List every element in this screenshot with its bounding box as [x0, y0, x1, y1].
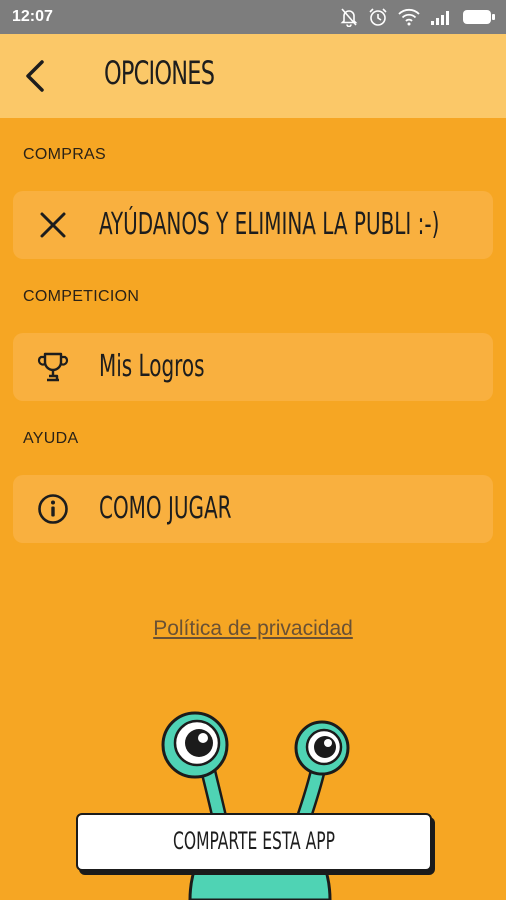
signal-icon: [430, 9, 452, 25]
achievements-button[interactable]: Mis Logros: [13, 333, 493, 401]
alarm-icon: [368, 7, 388, 27]
privacy-policy-link[interactable]: Política de privacidad: [0, 617, 506, 641]
back-button[interactable]: [18, 54, 58, 98]
status-icons: [340, 6, 496, 28]
share-app-button[interactable]: COMPARTE ESTA APP: [76, 813, 432, 871]
wifi-icon: [398, 8, 420, 26]
info-icon: [38, 494, 68, 524]
how-to-play-button[interactable]: COMO JUGAR: [13, 475, 493, 543]
battery-icon: [462, 9, 496, 25]
trophy-icon: [37, 352, 69, 382]
achievements-label: Mis Logros: [99, 349, 205, 384]
share-app-label: COMPARTE ESTA APP: [173, 827, 335, 855]
section-label-compras: COMPRAS: [23, 146, 106, 163]
mute-bell-icon: [340, 7, 358, 27]
section-label-ayuda: AYUDA: [23, 430, 79, 447]
how-to-play-label: COMO JUGAR: [99, 491, 232, 526]
remove-ads-label: AYÚDANOS Y ELIMINA LA PUBLI :-): [99, 207, 440, 242]
close-x-icon: [40, 212, 66, 238]
app-bar: OPCIONES: [0, 34, 506, 118]
status-time: 12:07: [12, 8, 53, 25]
status-bar: 12:07: [0, 0, 506, 34]
section-label-competicion: COMPETICION: [23, 288, 140, 305]
page-title: OPCIONES: [104, 54, 215, 92]
remove-ads-button[interactable]: AYÚDANOS Y ELIMINA LA PUBLI :-): [13, 191, 493, 259]
back-arrow-icon: [26, 60, 44, 92]
